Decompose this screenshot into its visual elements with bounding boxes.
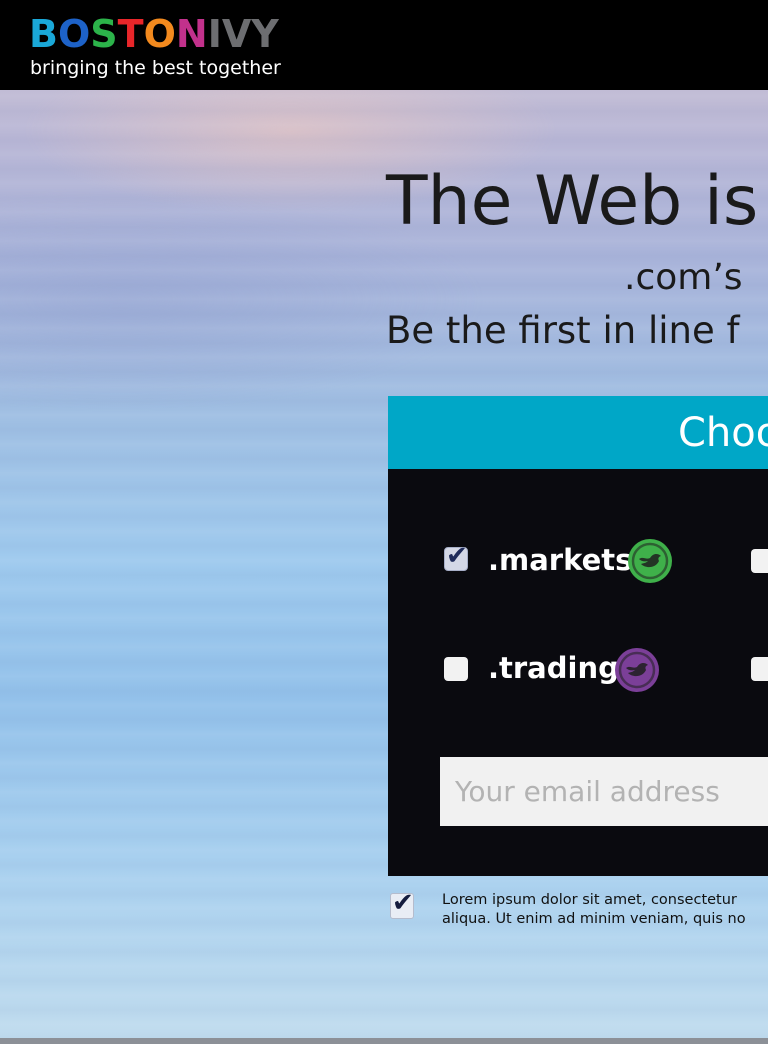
- logo-letter: N: [175, 12, 208, 56]
- check-icon: ✔: [392, 888, 414, 918]
- trading-label: .trading: [488, 651, 619, 685]
- logo-letter: O: [143, 12, 176, 56]
- email-input[interactable]: [440, 757, 768, 826]
- consent-text: Lorem ipsum dolor sit amet, consectetur …: [442, 891, 768, 929]
- markets-checkbox[interactable]: ✔: [444, 542, 468, 571]
- logo-letter: Y: [251, 12, 279, 56]
- hero-subline-2: Be the first in line f: [386, 309, 740, 352]
- logo-letter: V: [221, 12, 252, 56]
- option-markets[interactable]: ✔ .markets: [444, 537, 684, 585]
- domain-selection-panel: ✔ .markets .trading: [388, 469, 768, 876]
- option-checkbox-right-2[interactable]: [751, 657, 768, 681]
- hero-subline: .com’s: [624, 257, 743, 298]
- bottom-edge-bar: [0, 1038, 768, 1044]
- consent-checkbox[interactable]: ✔: [390, 889, 414, 919]
- option-trading[interactable]: .trading: [444, 645, 684, 693]
- logo-letter: B: [29, 12, 58, 56]
- green-bird-icon: [628, 539, 672, 583]
- panel-title: Choo: [678, 410, 768, 456]
- logo-letter: I: [207, 12, 222, 56]
- consent-line-1: Lorem ipsum dolor sit amet, consectetur: [442, 892, 737, 908]
- site-header: BOSTONIVY bringing the best together: [0, 0, 768, 90]
- check-icon: ✔: [446, 541, 468, 571]
- consent-line-2: aliqua. Ut enim ad minim veniam, quis no: [442, 911, 746, 927]
- brand-tagline: bringing the best together: [30, 57, 281, 79]
- logo-letter: S: [90, 12, 118, 56]
- option-checkbox-right-1[interactable]: [751, 549, 768, 573]
- purple-bird-icon: [615, 648, 659, 692]
- trading-checkbox[interactable]: [444, 657, 468, 681]
- hero-headline: The Web is: [386, 162, 759, 241]
- markets-label: .markets: [488, 543, 633, 577]
- logo-letter: T: [117, 12, 144, 56]
- panel-header: Choo: [388, 396, 768, 469]
- bostonivy-logo[interactable]: BOSTONIVY: [29, 12, 279, 56]
- logo-letter: O: [57, 12, 91, 56]
